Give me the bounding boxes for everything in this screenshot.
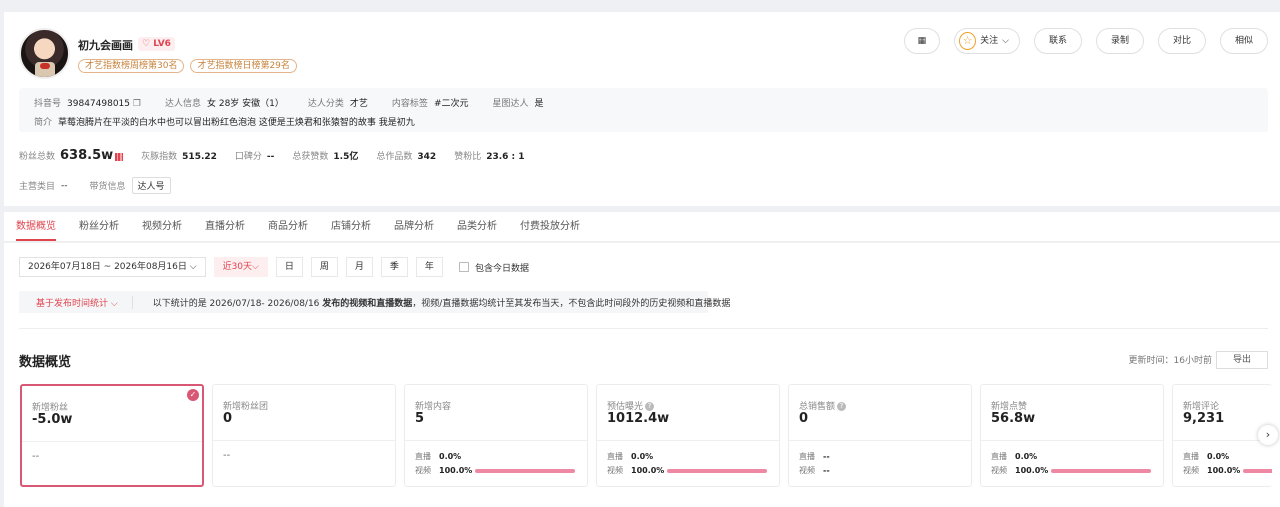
talent-category: 达人分类 才艺 bbox=[307, 99, 368, 109]
section-title: 数据概览 bbox=[19, 355, 72, 370]
card-new-comments[interactable]: 新增评论 9,231 直播 0.0% 视频 100.0% bbox=[1172, 384, 1272, 487]
tab-fans[interactable]: 粉丝分析 bbox=[79, 212, 119, 241]
star-talent: 星图达人是 bbox=[492, 99, 544, 109]
scroll-right-button[interactable]: › bbox=[1258, 425, 1278, 445]
analysis-tabs: 数据概览 粉丝分析 视频分析 直播分析 商品分析 店铺分析 品牌分析 品类分析 … bbox=[4, 212, 1280, 242]
similar-button[interactable]: 相似 bbox=[1219, 28, 1268, 54]
tab-brand[interactable]: 品牌分析 bbox=[394, 212, 434, 241]
video-share-bar bbox=[1243, 468, 1272, 473]
time-basis-select[interactable]: 基于发布时间统计 ⌵ bbox=[19, 295, 133, 309]
qrcode-icon: ▦ bbox=[917, 36, 927, 46]
include-today-checkbox[interactable]: 包含今日数据 bbox=[458, 261, 529, 274]
card-exposure[interactable]: 预估曝光? 1012.4w 直播 0.0% 视频 100.0% bbox=[596, 384, 780, 487]
metric-cards: ✓ 新增粉丝 -5.0w -- 新增粉丝团 0 -- 新增内容 5 直播 0.0%… bbox=[20, 384, 1272, 487]
action-bar: ▦ ☆ 关注 ⌵ 联系 录制 对比 相似 bbox=[903, 28, 1268, 54]
seg-year[interactable]: 年 bbox=[415, 257, 443, 277]
rank-tags: 才艺指数榜周榜第30名 才艺指数榜日榜第29名 bbox=[78, 59, 297, 73]
chevron-right-icon: › bbox=[1265, 428, 1271, 441]
chevron-down-icon: ⌵ bbox=[1002, 36, 1009, 46]
stat-note: 基于发布时间统计 ⌵ 以下统计的是 2026/07/18- 2026/08/16… bbox=[19, 291, 730, 313]
seg-quarter[interactable]: 季 bbox=[380, 257, 408, 277]
recent-30-select[interactable]: 近30天⌵ bbox=[213, 257, 268, 277]
overview-panel: 2026年07月18日 ~ 2026年08月16日 ⌵ 近30天⌵ 日 周 月 … bbox=[4, 243, 1280, 507]
profile-name: 初九会画画 bbox=[78, 39, 133, 52]
qrcode-button[interactable]: ▦ bbox=[903, 28, 940, 54]
like-fan-ratio: 赞粉比 23.6 : 1 bbox=[454, 152, 525, 162]
bio: 简介 草莓泡腾片在平淡的白水中也可以冒出粉红色泡泡 这便是王焕君和张猿智的故事 我… bbox=[34, 118, 415, 128]
seg-month[interactable]: 月 bbox=[345, 257, 373, 277]
star-icon: ☆ bbox=[958, 32, 977, 50]
trend-icon[interactable] bbox=[115, 152, 124, 161]
help-icon[interactable]: ? bbox=[837, 402, 847, 411]
seg-day[interactable]: 日 bbox=[275, 257, 303, 277]
divider bbox=[19, 328, 1268, 329]
follow-button[interactable]: ☆ 关注 ⌵ bbox=[953, 28, 1020, 54]
date-range-picker[interactable]: 2026年07月18日 ~ 2026年08月16日 ⌵ bbox=[19, 257, 206, 277]
tab-goods[interactable]: 商品分析 bbox=[268, 212, 308, 241]
filter-row: 2026年07月18日 ~ 2026年08月16日 ⌵ 近30天⌵ 日 周 月 … bbox=[19, 257, 529, 277]
rank-tag-weekly[interactable]: 才艺指数榜周榜第30名 bbox=[78, 59, 185, 73]
card-new-likes[interactable]: 新增点赞 56.8w 直播 0.0% 视频 100.0% bbox=[980, 384, 1164, 487]
update-time: 更新时间：16小时前 bbox=[1128, 356, 1212, 366]
content-tag: 内容标签 #二次元 bbox=[391, 99, 469, 109]
profile-card: 初九会画画 ♡ LV6 才艺指数榜周榜第30名 才艺指数榜日榜第29名 ▦ ☆ … bbox=[4, 12, 1280, 206]
tab-overview[interactable]: 数据概览 bbox=[16, 212, 56, 241]
video-share-bar bbox=[1051, 468, 1151, 473]
record-button[interactable]: 录制 bbox=[1095, 28, 1144, 54]
total-works: 总作品数 342 bbox=[376, 152, 437, 162]
tab-paid[interactable]: 付费投放分析 bbox=[520, 212, 580, 241]
video-share-bar bbox=[475, 468, 575, 473]
tab-live[interactable]: 直播分析 bbox=[205, 212, 245, 241]
info-box: 抖音号 39847498015 ❐ 达人信息女 28岁 安徽（1） 达人分类 才艺 … bbox=[19, 88, 1268, 132]
copy-icon[interactable]: ❐ bbox=[133, 99, 141, 109]
tab-video[interactable]: 视频分析 bbox=[142, 212, 182, 241]
export-button[interactable]: 导出 bbox=[1216, 351, 1268, 369]
tab-category[interactable]: 品类分析 bbox=[457, 212, 497, 241]
check-icon: ✓ bbox=[187, 389, 199, 401]
help-icon[interactable]: ? bbox=[645, 402, 655, 411]
index: 灰豚指数 515.22 bbox=[141, 152, 217, 162]
seg-week[interactable]: 周 bbox=[310, 257, 338, 277]
card-new-content[interactable]: 新增内容 5 直播 0.0% 视频 100.0% bbox=[404, 384, 588, 487]
card-new-fans[interactable]: ✓ 新增粉丝 -5.0w -- bbox=[20, 384, 204, 487]
tab-shop[interactable]: 店铺分析 bbox=[331, 212, 371, 241]
video-share-bar bbox=[667, 468, 767, 473]
total-likes: 总获赞数 1.5亿 bbox=[292, 152, 359, 162]
category-row: 主营类目 -- 带货信息 达人号 bbox=[19, 177, 171, 194]
stats-row: 粉丝总数 638.5w 灰豚指数 515.22 口碑分 -- 总获赞数 1.5亿 总作品… bbox=[19, 148, 543, 163]
avatar[interactable] bbox=[19, 28, 70, 79]
level-badge: ♡ LV6 bbox=[138, 37, 175, 51]
contact-button[interactable]: 联系 bbox=[1033, 28, 1082, 54]
reputation: 口碑分 -- bbox=[234, 152, 275, 162]
fans-total: 粉丝总数 638.5w bbox=[19, 148, 124, 163]
douyin-id: 抖音号 39847498015 ❐ bbox=[34, 99, 141, 109]
card-total-sales[interactable]: 总销售额? 0 直播 -- 视频 -- bbox=[788, 384, 972, 487]
talent-info: 达人信息女 28岁 安徽（1） bbox=[164, 99, 284, 109]
compare-button[interactable]: 对比 bbox=[1157, 28, 1206, 54]
goods-tag: 达人号 bbox=[131, 177, 171, 194]
card-new-fan-club[interactable]: 新增粉丝团 0 -- bbox=[212, 384, 396, 487]
rank-tag-daily[interactable]: 才艺指数榜日榜第29名 bbox=[190, 59, 297, 73]
